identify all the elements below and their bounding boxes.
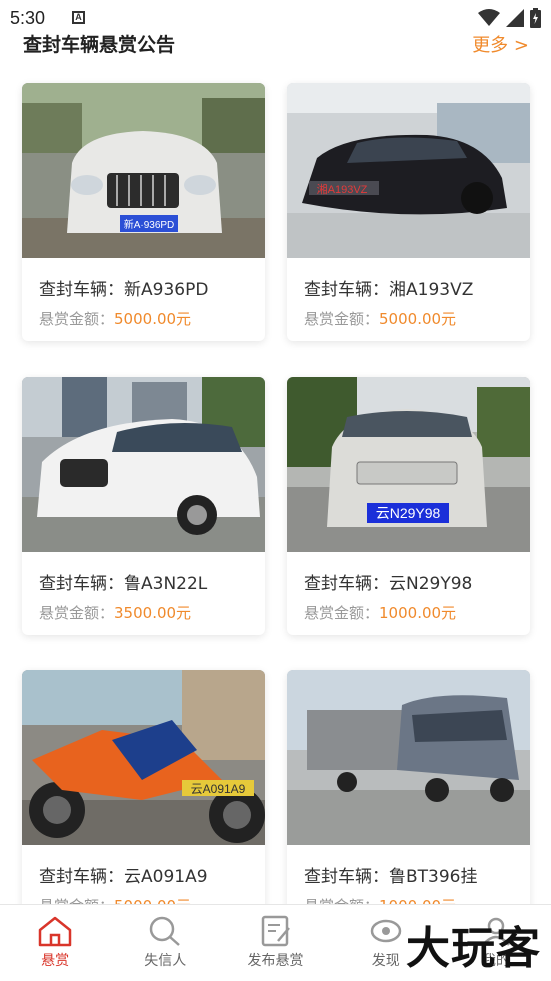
nav-item-dishonest[interactable]: 失信人: [110, 905, 220, 981]
reward-value: 5000.00元: [379, 310, 457, 328]
vehicle-photo: 新A·936PD: [22, 83, 265, 258]
reward-value: 3500.00元: [114, 604, 192, 622]
card-title: 查封车辆：鲁A3N22L: [39, 574, 208, 594]
vehicle-card[interactable]: 云N29Y98 查封车辆：云N29Y98 悬赏金额：1000.00元: [287, 377, 530, 635]
reward-label: 悬赏金额：: [304, 310, 380, 328]
discover-icon: [370, 919, 401, 943]
reward-label: 悬赏金额：: [39, 604, 115, 622]
card-reward: 悬赏金额：5000.00元: [39, 308, 191, 329]
nav-label: 失信人: [144, 953, 187, 969]
card-title: 查封车辆：云A091A9: [39, 867, 208, 887]
plate-text: 新A·936PD: [124, 218, 175, 231]
nav-item-reward[interactable]: 悬赏: [0, 905, 110, 981]
nav-item-publish[interactable]: 发布悬赏: [220, 905, 330, 981]
plate-text: 云N29Y98: [376, 505, 441, 521]
vehicle-photo: 湘A193VZ: [287, 83, 530, 258]
reward-value: 5000.00元: [114, 310, 192, 328]
edit-icon: [261, 915, 290, 947]
notification-a-icon: A: [72, 11, 85, 24]
card-reward: 悬赏金额：3500.00元: [39, 602, 191, 623]
page-title: 查封车辆悬赏公告: [23, 34, 176, 56]
nav-label: 发布悬赏: [247, 953, 304, 969]
status-time: 5:30: [10, 8, 46, 28]
card-title: 查封车辆：湘A193VZ: [304, 280, 474, 300]
card-title: 查封车辆：云N29Y98: [304, 574, 473, 594]
vehicle-photo: [287, 670, 530, 845]
vehicle-photo: [22, 377, 265, 552]
vehicle-card[interactable]: 湘A193VZ 查封车辆：湘A193VZ 悬赏金额：5000.00元: [287, 83, 530, 341]
battery-icon: [530, 8, 541, 28]
vehicle-card[interactable]: 新A·936PD 查封车辆：新A936PD 悬赏金额：5000.00元: [22, 83, 265, 341]
nav-label: 发现: [371, 953, 400, 969]
nav-label: 悬赏: [41, 953, 70, 969]
home-icon: [38, 916, 72, 947]
card-title: 查封车辆：鲁BT396挂: [304, 867, 478, 887]
vehicle-card[interactable]: 云A091A9 查封车辆：云A091A9 悬赏金额：5000.00元: [22, 670, 265, 928]
card-reward: 悬赏金额：5000.00元: [304, 308, 456, 329]
reward-label: 悬赏金额：: [39, 310, 115, 328]
vehicle-photo: 云N29Y98: [287, 377, 530, 552]
wifi-icon: [478, 9, 500, 26]
signal-icon: [506, 9, 524, 27]
card-title: 查封车辆：新A936PD: [39, 280, 209, 300]
plate-text: 云A091A9: [191, 782, 246, 796]
reward-value: 1000.00元: [379, 604, 457, 622]
status-icons: [478, 8, 541, 28]
watermark-logo: 大玩客: [406, 923, 541, 974]
vehicle-card[interactable]: 查封车辆：鲁A3N22L 悬赏金额：3500.00元: [22, 377, 265, 635]
more-link[interactable]: 更多 >: [472, 31, 529, 57]
plate-text: 湘A193VZ: [317, 182, 368, 196]
search-icon: [150, 916, 181, 946]
vehicle-card[interactable]: 查封车辆：鲁BT396挂 悬赏金额：1000.00元: [287, 670, 530, 928]
reward-label: 悬赏金额：: [304, 604, 380, 622]
vehicle-photo: 云A091A9: [22, 670, 265, 845]
card-reward: 悬赏金额：1000.00元: [304, 602, 456, 623]
